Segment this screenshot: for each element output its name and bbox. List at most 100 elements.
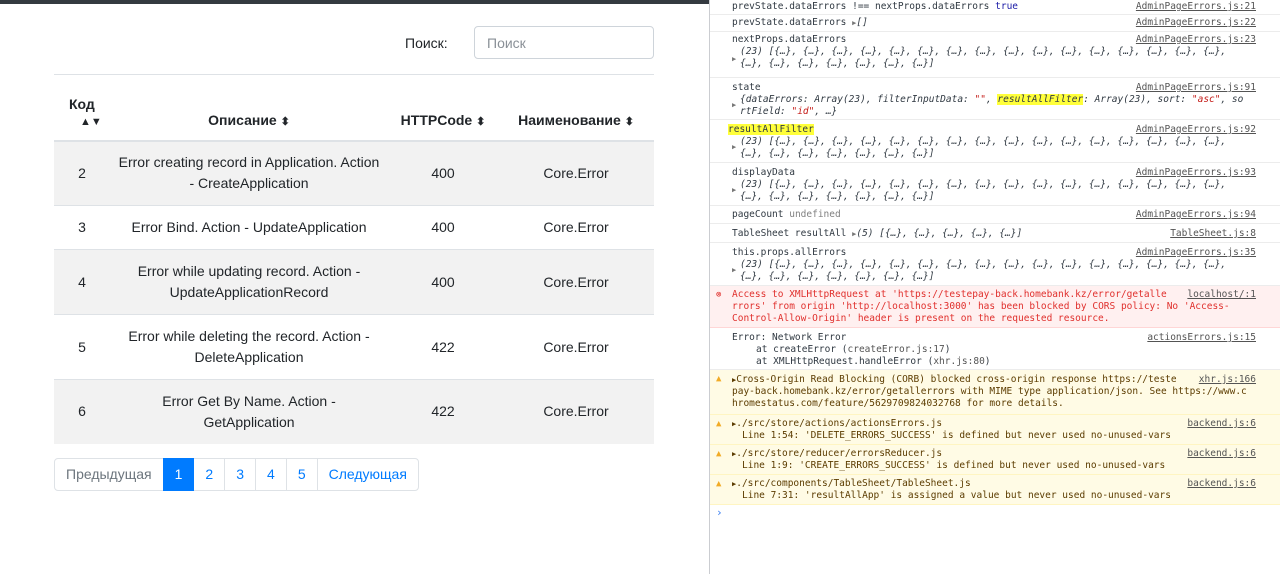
source-link[interactable]: backend.js:6 — [1187, 478, 1256, 490]
log-value: true — [995, 1, 1019, 12]
cell-name: Core.Error — [498, 140, 654, 206]
log-value[interactable]: (5) [{…}, {…}, {…}, {…}, {…}] — [856, 228, 1022, 239]
cell-name: Core.Error — [498, 205, 654, 250]
warning-text: Line 1:54: 'DELETE_ERRORS_SUCCESS' is de… — [742, 430, 1171, 441]
source-link[interactable]: AdminPageErrors.js:93 — [1136, 167, 1256, 179]
log-value[interactable]: (23) [{…}, {…}, {…}, {…}, {…}, {…}, {…},… — [732, 179, 1256, 191]
stack-text: at createError ( — [756, 344, 848, 355]
url-link[interactable]: pay-back.homebank.kz/error/getallerrors — [732, 386, 955, 397]
page-1-button[interactable]: 1 — [162, 458, 195, 491]
error-text: ' from origin ' — [760, 301, 847, 312]
log-text: TableSheet resultAll — [732, 228, 847, 239]
source-link[interactable]: xhr.js:166 — [1198, 374, 1256, 386]
cell-code: 3 — [54, 205, 110, 250]
column-header-code[interactable]: Код ▲▼ — [54, 74, 110, 142]
log-value[interactable]: (23) [{…}, {…}, {…}, {…}, {…}, {…}, {…},… — [732, 46, 1256, 58]
source-link[interactable]: actionsErrors.js:15 — [1147, 332, 1256, 344]
table-row: 4 Error while updating record. Action - U… — [54, 249, 654, 315]
cell-description: Error Get By Name. Action - GetApplicati… — [110, 379, 388, 444]
log-value[interactable]: (23) [{…}, {…}, {…}, {…}, {…}, {…}, {…},… — [732, 259, 1256, 271]
warning-icon: ▲ — [716, 479, 722, 489]
source-link[interactable]: TableSheet.js:8 — [1170, 228, 1256, 240]
warning-file[interactable]: ./src/store/actions/actionsErrors.js — [736, 418, 942, 429]
expand-triangle-icon[interactable]: ▶ — [732, 264, 736, 276]
table-row: 5 Error while deleting the record. Action… — [54, 314, 654, 380]
expand-triangle-icon[interactable]: ▶ — [732, 99, 736, 111]
warning-text: Line 1:9: 'CREATE_ERRORS_SUCCESS' is def… — [742, 460, 1166, 471]
url-link[interactable]: https://teste — [1102, 374, 1176, 385]
console-message: pageCount undefined AdminPageErrors.js:94 — [710, 206, 1280, 224]
log-value: {…}, {…}, {…}, {…}, {…}, {…}, {…}] — [740, 58, 935, 69]
console-message: Error: Network Error at createError (crea… — [710, 328, 1280, 370]
search-label: Поиск: — [405, 35, 448, 51]
log-value[interactable]: (23) [{…}, {…}, {…}, {…}, {…}, {…}, {…},… — [728, 136, 1256, 148]
header-label: Описание — [208, 111, 277, 128]
app-page: Поиск: Код ▲▼ Описание ⬍ HTTPCode ⬍ Наиме… — [0, 0, 709, 574]
sort-icon: ▲▼ — [80, 115, 102, 128]
warning-file[interactable]: ./src/components/TableSheet/TableSheet.j… — [736, 478, 971, 489]
origin-link[interactable]: http://localhost:3000 — [846, 301, 966, 312]
log-value: {…}, {…}, {…}, {…}, {…}, {…}, {…}] — [740, 148, 935, 159]
obj-string: "asc" — [1191, 94, 1221, 105]
source-link[interactable]: backend.js:6 — [1187, 448, 1256, 460]
sort-icon: ⬍ — [280, 115, 290, 128]
obj-string: "id" — [791, 106, 815, 117]
obj-text: {dataErrors: Array(23), filterInputData: — [740, 94, 975, 105]
source-link[interactable]: AdminPageErrors.js:92 — [1136, 124, 1256, 136]
url-link[interactable]: https://www.c — [1172, 386, 1246, 397]
table-row: 6 Error Get By Name. Action - GetApplicat… — [54, 379, 654, 444]
search-input[interactable] — [474, 26, 654, 59]
header-label: Код — [69, 95, 95, 112]
navbar — [0, 0, 709, 4]
obj-string: "" — [974, 94, 986, 105]
column-header-description[interactable]: Описание ⬍ — [110, 74, 388, 142]
console-warning: ▲ ▶./src/components/TableSheet/TableSheet… — [710, 475, 1280, 505]
warning-text: with MIME type application/json. See — [955, 386, 1173, 397]
source-link[interactable]: AdminPageErrors.js:94 — [1136, 209, 1256, 221]
page-3-button[interactable]: 3 — [224, 458, 257, 491]
cell-code: 2 — [54, 140, 110, 206]
prev-page-button[interactable]: Предыдущая — [54, 458, 164, 491]
source-link[interactable]: AdminPageErrors.js:21 — [1136, 1, 1256, 13]
expand-triangle-icon[interactable]: ▶ — [732, 141, 736, 153]
column-header-name[interactable]: Наименование ⬍ — [498, 74, 654, 142]
page-2-button[interactable]: 2 — [193, 458, 226, 491]
log-value[interactable]: {dataErrors: Array(23), filterInputData:… — [732, 94, 1256, 118]
warning-text: Cross-Origin Read Blocking (CORB) blocke… — [736, 374, 1103, 385]
page-5-button[interactable]: 5 — [285, 458, 318, 491]
stack-text: ) — [944, 344, 951, 355]
source-link[interactable]: AdminPageErrors.js:23 — [1136, 34, 1256, 46]
cell-name: Core.Error — [498, 379, 654, 444]
source-link[interactable]: localhost/:1 — [1187, 289, 1256, 301]
stack-link[interactable]: xhr.js:80 — [933, 356, 984, 367]
source-link[interactable]: AdminPageErrors.js:22 — [1136, 17, 1256, 29]
source-link[interactable]: AdminPageErrors.js:91 — [1136, 82, 1256, 94]
column-header-httpcode[interactable]: HTTPCode ⬍ — [388, 74, 498, 142]
url-link[interactable]: hromestatus.com/feature/5629709824032768 — [732, 398, 961, 409]
cell-httpcode: 400 — [388, 205, 498, 250]
error-url-link[interactable]: rrors — [732, 301, 761, 312]
stack-text: at XMLHttpRequest.handleError ( — [756, 356, 934, 367]
warning-file[interactable]: ./src/store/reducer/errorsReducer.js — [736, 448, 942, 459]
error-icon: ⊗ — [716, 290, 722, 300]
expand-triangle-icon[interactable]: ▶ — [732, 53, 736, 65]
header-label: Наименование — [518, 111, 621, 128]
console-message: TableSheet resultAll ▶(5) [{…}, {…}, {…}… — [710, 224, 1280, 243]
pagination: Предыдущая 1 2 3 4 5 Следующая — [54, 458, 419, 491]
cell-name: Core.Error — [498, 314, 654, 380]
stack-link[interactable]: createError.js:17 — [848, 344, 945, 355]
page-4-button[interactable]: 4 — [255, 458, 287, 491]
expand-triangle-icon[interactable]: ▶ — [732, 184, 736, 196]
next-page-button[interactable]: Следующая — [316, 458, 419, 491]
cell-description: Error Bind. Action - UpdateApplication — [110, 205, 388, 250]
search-highlight: resultAllFilter — [997, 94, 1084, 105]
log-text: prevState.dataErrors — [732, 17, 847, 28]
console-prompt-input[interactable]: › — [710, 505, 1280, 521]
warning-icon: ▲ — [716, 374, 722, 384]
error-url-link[interactable]: https://testepay-back.homebank.kz/error/… — [898, 289, 1167, 300]
log-value[interactable]: [] — [856, 17, 867, 28]
cell-httpcode: 422 — [388, 314, 498, 380]
cell-code: 6 — [54, 379, 110, 444]
source-link[interactable]: AdminPageErrors.js:35 — [1136, 247, 1256, 259]
source-link[interactable]: backend.js:6 — [1187, 418, 1256, 430]
